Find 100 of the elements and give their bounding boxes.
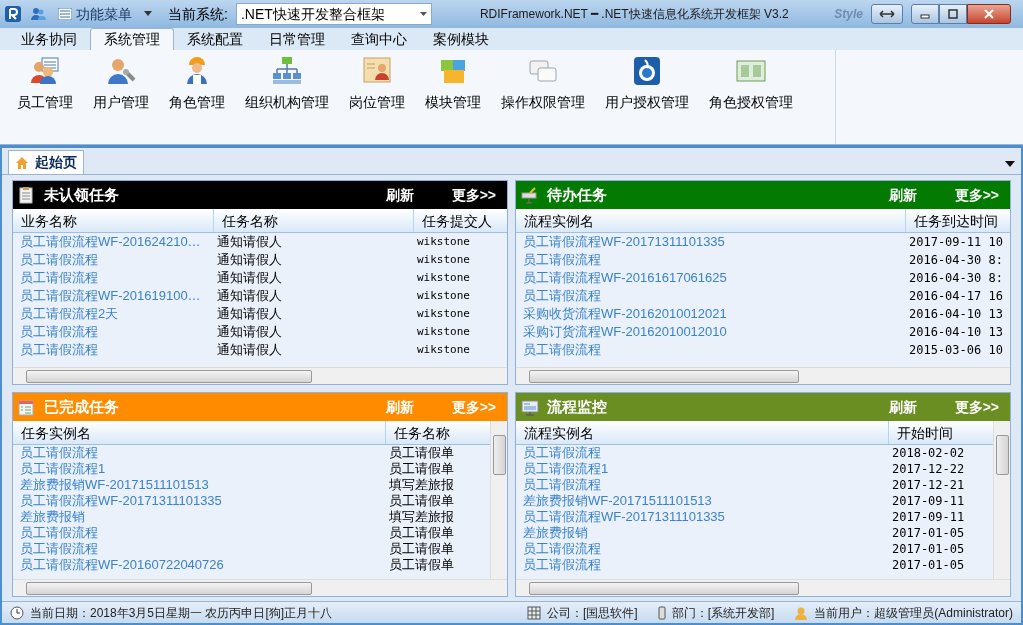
style-label[interactable]: Style (834, 5, 863, 23)
ribbon-button[interactable]: 用户授权管理 (596, 56, 698, 120)
link-cell[interactable]: 员工请假流程 (13, 445, 385, 461)
link-cell[interactable]: 差旅费报销 (516, 525, 888, 541)
table-cell-text: 员工请假单 (388, 493, 455, 509)
ribbon-tool-icon (272, 56, 302, 86)
close-button[interactable] (967, 4, 1011, 24)
link-cell[interactable]: 员工请假流程 (516, 287, 905, 305)
table-cell-text: 2016-04-30 8: (908, 270, 1004, 287)
link-cell[interactable]: 员工请假流程 (516, 557, 888, 573)
panel-title: 待办任务 (547, 184, 607, 205)
ribbon-button[interactable]: 角色管理 (160, 56, 234, 120)
table-cell-text: 通知请假人 (216, 233, 283, 251)
column-header[interactable]: 任务提交人 (413, 209, 507, 232)
link-cell[interactable]: 员工请假流程 (13, 269, 213, 287)
more-link[interactable]: 更多>> (451, 184, 496, 206)
link-cell[interactable]: 差旅费报销 (13, 509, 385, 525)
date-text: 当前日期：2018年3月5日星期一 农历丙申日[狗]正月十八 (30, 604, 333, 622)
link-cell[interactable]: 员工请假流程WF-20171311101335 (13, 493, 385, 509)
dropdown-icon[interactable] (1005, 161, 1015, 167)
link-cell[interactable]: 员工请假流程2天 (13, 305, 213, 323)
link-cell[interactable]: 员工请假流程 (13, 525, 385, 541)
system-combobox[interactable]: .NET快速开发整合框架 (235, 3, 432, 25)
horizontal-scrollbar[interactable] (13, 367, 507, 384)
link-cell[interactable]: 采购订货流程WF-20162010012010 (516, 323, 905, 341)
panel-icon (521, 398, 539, 416)
link-cell[interactable]: 员工请假流程WF-20171311101335 (516, 233, 905, 251)
panel-title: 流程监控 (547, 396, 607, 417)
menu-tab[interactable]: 系统管理 (90, 28, 174, 50)
refresh-link[interactable]: 刷新 (888, 396, 917, 418)
menu-tab[interactable]: 系统配置 (174, 28, 256, 50)
link-cell[interactable]: 员工请假流程 (13, 541, 385, 557)
link-cell[interactable]: 员工请假流程1 (516, 461, 888, 477)
ribbon-button[interactable]: 角色授权管理 (700, 56, 802, 120)
ribbon-button[interactable]: 模块管理 (416, 56, 490, 120)
maximize-button[interactable] (939, 4, 967, 24)
menu-tab[interactable]: 业务协同 (8, 28, 90, 50)
horizontal-scrollbar[interactable] (516, 579, 1010, 596)
link-cell[interactable]: 差旅费报销WF-20171511101513 (516, 493, 888, 509)
ribbon-tool-icon (106, 56, 136, 86)
link-cell[interactable]: 差旅费报销WF-20171511101513 (13, 477, 385, 493)
layout-switch-button[interactable] (871, 4, 903, 24)
caret-icon[interactable] (144, 11, 152, 17)
column-header[interactable]: 业务名称 (13, 209, 213, 232)
link-cell[interactable]: 员工请假流程 (516, 445, 888, 461)
ribbon-button[interactable]: 组织机构管理 (236, 56, 338, 120)
refresh-link[interactable]: 刷新 (385, 184, 414, 206)
link-cell[interactable]: 采购收货流程WF-20162010012021 (516, 305, 905, 323)
menu-tab[interactable]: 案例模块 (420, 28, 502, 50)
more-link[interactable]: 更多>> (954, 184, 999, 206)
vertical-scrollbar[interactable] (993, 421, 1010, 579)
column-header[interactable]: 任务到达时间 (905, 209, 1010, 232)
table-cell-text: 2017-12-22 (891, 461, 966, 477)
column-header[interactable]: 流程实例名 (516, 421, 888, 444)
link-cell[interactable]: 员工请假流程WF-20160722040726 (13, 557, 385, 573)
table-cell-text: wikstone (416, 324, 471, 340)
refresh-link[interactable]: 刷新 (888, 184, 917, 206)
link-cell[interactable]: 员工请假流程WF-201619100… (13, 287, 213, 305)
link-cell[interactable]: 员工请假流程WF-20161617061625 (516, 269, 905, 287)
app-logo-icon[interactable] (4, 5, 22, 23)
clock-icon (10, 605, 24, 620)
ribbon-button[interactable]: 员工管理 (8, 56, 82, 120)
vertical-scrollbar[interactable] (490, 421, 507, 579)
link-cell[interactable]: 员工请假流程 (13, 251, 213, 269)
ribbon-button[interactable]: 岗位管理 (340, 56, 414, 120)
horizontal-scrollbar[interactable] (516, 367, 1010, 384)
column-header[interactable]: 任务实例名 (13, 421, 385, 444)
table-cell-text: 通知请假人 (216, 323, 283, 341)
table-cell-text: 2017-01-05 (891, 541, 966, 557)
ribbon-button[interactable]: 用户管理 (84, 56, 158, 120)
maximize-icon (948, 9, 958, 19)
link-cell[interactable]: 员工请假流程 (13, 323, 213, 341)
refresh-link[interactable]: 刷新 (385, 396, 414, 418)
menu-tab[interactable]: 查询中心 (338, 28, 420, 50)
table-cell-text: 2015-03-06 10 (908, 342, 1004, 359)
column-header[interactable]: 任务名称 (213, 209, 413, 232)
link-cell[interactable]: 员工请假流程 (516, 251, 905, 269)
link-cell[interactable]: 员工请假流程1 (13, 461, 385, 477)
ribbon-button[interactable]: 操作权限管理 (492, 56, 594, 120)
table-cell-text: 2018-02-02 (891, 445, 966, 461)
link-cell[interactable]: 员工请假流程 (516, 341, 905, 359)
link-cell[interactable]: 员工请假流程 (516, 541, 888, 557)
more-link[interactable]: 更多>> (451, 396, 496, 418)
ribbon-tool-icon (30, 56, 60, 86)
link-cell[interactable]: 员工请假流程 (13, 341, 213, 359)
table-cell-text: 员工请假单 (388, 445, 455, 461)
menu-tab[interactable]: 日常管理 (256, 28, 338, 50)
function-menu-button[interactable]: 功能菜单 (54, 3, 136, 25)
users-icon[interactable] (30, 6, 46, 22)
column-header[interactable]: 流程实例名 (516, 209, 905, 232)
more-link[interactable]: 更多>> (954, 396, 999, 418)
horizontal-scrollbar[interactable] (13, 579, 507, 596)
minimize-button[interactable] (911, 4, 939, 24)
link-cell[interactable]: 员工请假流程WF-20171311101335 (516, 509, 888, 525)
link-cell[interactable]: 员工请假流程WF-201624210… (13, 233, 213, 251)
table-cell-text: 员工请假单 (388, 461, 455, 477)
caret-icon (419, 12, 427, 16)
document-tab[interactable]: 起始页 (8, 150, 84, 174)
department-text: 部门：[系统开发部] (671, 604, 775, 622)
link-cell[interactable]: 员工请假流程 (516, 477, 888, 493)
